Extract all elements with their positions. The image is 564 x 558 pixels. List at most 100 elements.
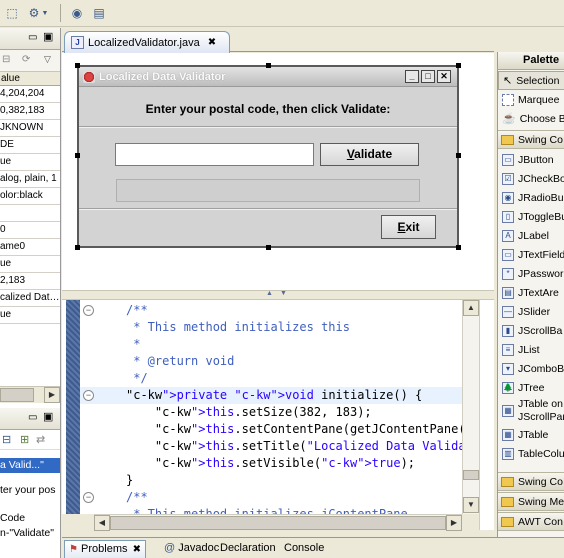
scrollbar-thumb[interactable] [110,516,446,530]
link-icon[interactable]: ⇄ [36,433,45,446]
maximize-view-icon[interactable]: ▣ [43,30,53,43]
property-value-cell[interactable]: ue [0,307,60,324]
property-value-cell[interactable]: 4,204,204 [0,86,60,103]
tab-javadoc[interactable]: @ Javadoc [160,540,223,558]
property-value-cell[interactable]: 0 [0,222,60,239]
add-icon[interactable]: ⊞ [20,433,29,446]
minimize-view-icon[interactable]: ▭ [28,412,37,423]
scroll-left-icon[interactable]: ◀ [94,515,110,531]
resize-handle[interactable] [456,153,461,158]
resize-handle[interactable] [456,245,461,250]
maximize-view-icon[interactable]: ▣ [43,410,53,423]
palette-component-jcombob[interactable]: ▾ JComboB [498,359,564,378]
scroll-up-icon[interactable]: ▲ [463,300,479,316]
palette-component-tablecolu[interactable]: ▥ TableColu [498,444,564,463]
palette-component-jlabel[interactable]: A JLabel [498,226,564,245]
close-window-button[interactable]: ✕ [437,70,451,83]
palette-category[interactable]: Swing Co [498,472,564,491]
palette-component-jradiobu[interactable]: ◉ JRadioBu [498,188,564,207]
scrollbar-thumb[interactable] [0,388,34,402]
selected-tree-item[interactable]: a Valid..." [0,458,60,473]
palette-component-jtable[interactable]: ▦ JTable [498,425,564,444]
scrollbar-thumb[interactable] [463,470,479,480]
fold-collapse-icon[interactable]: − [83,492,94,503]
window-title-bar[interactable]: Localized Data Validator _ □ ✕ [79,67,457,87]
tab-problems[interactable]: ⚑ Problems ✖ [64,540,146,558]
restore-default-icon[interactable]: ⟳ [22,54,30,65]
outline-icon[interactable]: ▤ [90,4,108,22]
palette-component-jtree[interactable]: 🌲 JTree [498,378,564,397]
palette-tool-choose-bean[interactable]: ☕ Choose B [498,109,564,128]
palette-component-jtable-on-jscrollpar[interactable]: ▦ JTable on JScrollPar [498,397,564,425]
palette-component-jlist[interactable]: ≡ JList [498,340,564,359]
palette-tool-selection[interactable]: ↖ Selection [498,71,564,90]
palette-component-jtextare[interactable]: ▤ JTextAre [498,283,564,302]
vertical-scrollbar[interactable]: ▲ ▼ [462,300,479,514]
palette-header[interactable]: Palette [497,52,564,70]
property-value-cell[interactable]: 0,382,183 [0,103,60,120]
property-value-cell[interactable]: ame0 [0,239,60,256]
code-text[interactable]: /** * This method initializes this * * @… [80,300,462,514]
resize-handle[interactable] [456,63,461,68]
select-icon[interactable]: ⬚ [3,4,21,22]
palette-component-jtogglebu[interactable]: ▯ JToggleBu [498,207,564,226]
property-value-cell[interactable]: alog, plain, 1 [0,171,60,188]
fold-collapse-icon[interactable]: − [83,305,94,316]
close-tab-icon[interactable]: ✖ [133,544,141,555]
maximize-window-button[interactable]: □ [421,70,435,83]
code-line: "c-kw">this.setVisible("c-kw">true); [154,456,416,470]
collapse-all-icon[interactable]: ⊟ [2,433,11,446]
exit-button[interactable]: Exit [381,215,436,239]
tab-console[interactable]: Console [280,540,328,558]
palette-category[interactable]: AWT Con [498,512,564,531]
property-value-cell[interactable]: olor:black [0,188,60,205]
outline-view-tab[interactable]: ▭ ▣ [0,408,60,430]
run-icon[interactable]: ◉ [68,4,86,22]
palette-component-jslider[interactable]: — JSlider [498,302,564,321]
component-icon: * [502,267,514,280]
view-menu-icon[interactable]: ▽ [44,54,51,65]
palette-component-jscrollba[interactable]: ▮ JScrollBa [498,321,564,340]
property-value-cell[interactable] [0,205,60,222]
property-value-cell[interactable]: JKNOWN [0,120,60,137]
palette-category[interactable]: Swing Me [498,492,564,511]
resize-handle[interactable] [75,153,80,158]
fold-collapse-icon[interactable]: − [83,390,94,401]
properties-view-tab[interactable]: ▭ ▣ [0,28,60,50]
filter-icon[interactable]: ⊟ [2,54,10,65]
scroll-right-icon[interactable]: ▶ [44,387,60,403]
collapse-up-icon[interactable]: ▲ [266,290,273,297]
horizontal-scrollbar[interactable]: ▶ [0,386,60,403]
palette-component-jcheckbo[interactable]: ☑ JCheckBo [498,169,564,188]
palette-component-jbutton[interactable]: ▭ JButton [498,150,564,169]
property-value-cell[interactable]: ue [0,256,60,273]
resize-handle[interactable] [266,63,271,68]
validate-button[interactable]: Validate [320,143,419,166]
value-column-header[interactable]: alue [0,72,60,86]
minimize-window-button[interactable]: _ [405,70,419,83]
close-tab-icon[interactable]: ✖ [208,37,216,48]
postal-code-field[interactable] [115,143,314,166]
resize-handle[interactable] [266,245,271,250]
scroll-down-icon[interactable]: ▼ [463,497,479,513]
editor-split-bar[interactable]: ▲ ▼ [62,290,494,300]
minimize-view-icon[interactable]: ▭ [28,32,37,43]
scroll-right-icon[interactable]: ▶ [446,515,462,531]
palette-category-swing-components[interactable]: Swing Co [498,130,564,149]
palette-tool-marquee[interactable]: Marquee [498,90,564,109]
palette-component-jpasswor[interactable]: * JPasswor [498,264,564,283]
chevron-down-icon[interactable]: ▼ [41,4,49,22]
horizontal-scrollbar[interactable]: ◀ ▶ [94,514,462,531]
palette-component-jtextfield[interactable]: ▭ JTextField [498,245,564,264]
tab-declaration[interactable]: Declaration [216,540,280,558]
property-value-cell[interactable]: calized Dat… [0,290,60,307]
resize-handle[interactable] [75,63,80,68]
designed-window[interactable]: Localized Data Validator _ □ ✕ Enter you… [77,65,459,248]
property-value-cell[interactable]: DE [0,137,60,154]
editor-tab[interactable]: J LocalizedValidator.java ✖ [64,31,230,53]
property-value-cell[interactable]: 2,183 [0,273,60,290]
collapse-down-icon[interactable]: ▼ [280,290,287,297]
property-value-cell[interactable]: ue [0,154,60,171]
palette-component-label: JList [518,343,540,356]
resize-handle[interactable] [75,245,80,250]
